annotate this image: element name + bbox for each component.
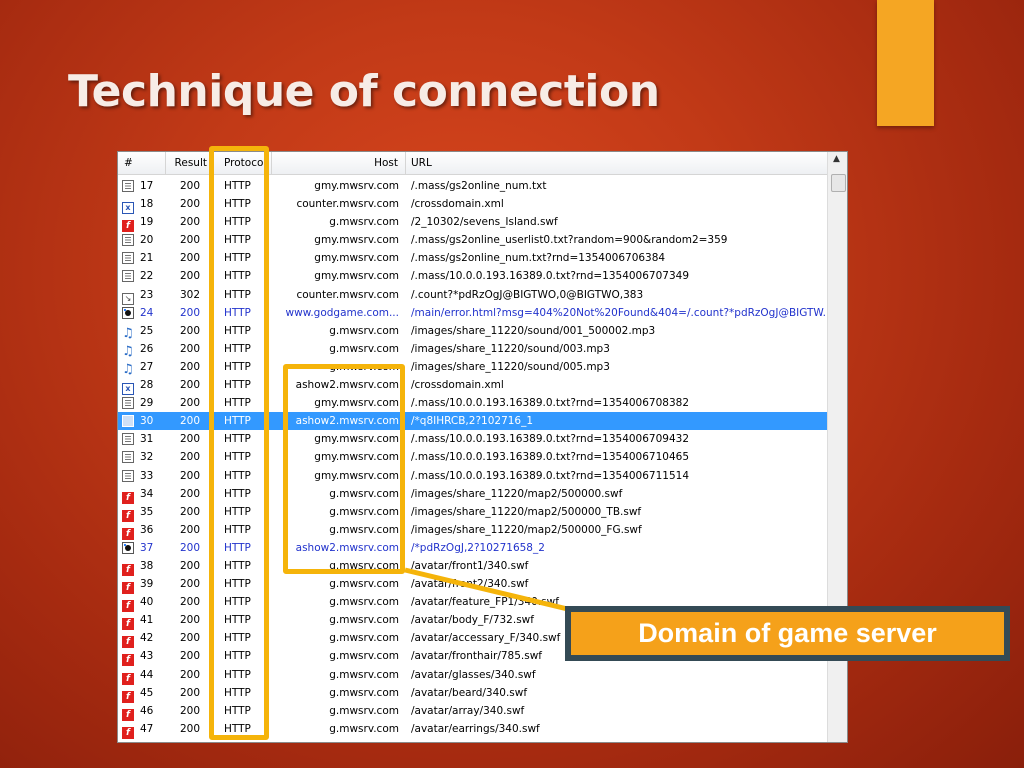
callout-box: Domain of game server <box>565 606 1010 661</box>
callout-text: Domain of game server <box>571 612 1004 655</box>
